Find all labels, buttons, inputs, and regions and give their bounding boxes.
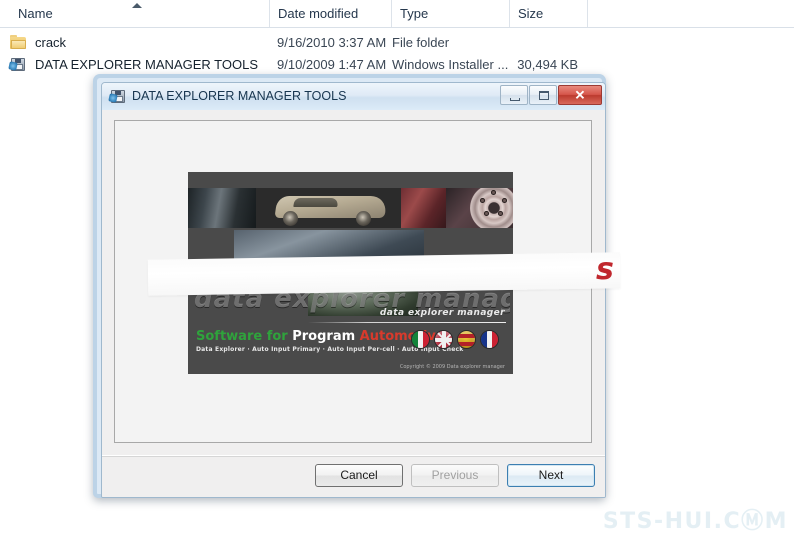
minimize-button[interactable] bbox=[500, 85, 528, 105]
language-flag-row bbox=[411, 330, 499, 349]
flag-france-button[interactable] bbox=[480, 330, 499, 349]
window-controls: ✕ bbox=[499, 85, 602, 106]
banner-rule bbox=[308, 322, 506, 323]
column-header-name[interactable]: Name bbox=[10, 0, 270, 27]
maximize-button[interactable] bbox=[529, 85, 557, 105]
flag-spain-button[interactable] bbox=[457, 330, 476, 349]
column-header-type[interactable]: Type bbox=[392, 0, 510, 27]
column-header-row: Name Date modified Type Size bbox=[0, 0, 794, 28]
file-type: Windows Installer ... bbox=[392, 57, 508, 72]
cancel-button[interactable]: Cancel bbox=[315, 464, 403, 487]
dialog-button-bar: Cancel Previous Next bbox=[102, 458, 605, 497]
file-size: 30,494 KB bbox=[517, 57, 578, 72]
file-name: DATA EXPLORER MANAGER TOOLS bbox=[35, 57, 258, 72]
dialog-title-bar[interactable]: DATA EXPLORER MANAGER TOOLS ✕ bbox=[102, 83, 605, 111]
file-type: File folder bbox=[392, 35, 450, 50]
car-wheel-icon bbox=[356, 211, 371, 226]
maximize-icon bbox=[539, 91, 549, 100]
folder-icon bbox=[10, 35, 26, 50]
close-button[interactable]: ✕ bbox=[558, 85, 602, 105]
banner-sub-title: data explorer manager bbox=[379, 308, 505, 318]
windows-installer-icon bbox=[8, 57, 26, 72]
residual-letter: s bbox=[596, 252, 614, 287]
file-size bbox=[498, 32, 578, 53]
car-wheel-icon bbox=[283, 211, 298, 226]
garage-photo bbox=[188, 188, 256, 228]
divider bbox=[102, 455, 605, 457]
dialog-title: DATA EXPLORER MANAGER TOOLS bbox=[132, 89, 347, 103]
alloy-rim-icon bbox=[470, 188, 513, 228]
column-header-date-modified[interactable]: Date modified bbox=[270, 0, 392, 27]
file-list: Name Date modified Type Size crack 9/16/… bbox=[0, 0, 794, 75]
column-header-size[interactable]: Size bbox=[510, 0, 588, 27]
white-redaction-stripe bbox=[147, 252, 621, 296]
file-date-modified: 9/10/2009 1:47 AM bbox=[277, 57, 387, 72]
table-row[interactable]: crack 9/16/2010 3:37 AM File folder bbox=[0, 32, 794, 53]
file-name: crack bbox=[35, 35, 67, 50]
previous-button[interactable]: Previous bbox=[411, 464, 499, 487]
tagline-part-1: Software for bbox=[196, 329, 288, 344]
file-date-modified: 9/16/2010 3:37 AM bbox=[277, 35, 387, 50]
table-row[interactable]: DATA EXPLORER MANAGER TOOLS 9/10/2009 1:… bbox=[0, 54, 794, 75]
flag-italy-button[interactable] bbox=[411, 330, 430, 349]
minimize-icon bbox=[510, 98, 520, 101]
automotive-photo-strip bbox=[188, 188, 513, 228]
site-watermark: STS-HUI.CⓂM bbox=[602, 509, 788, 534]
tagline-part-2: Program bbox=[292, 329, 356, 344]
next-button[interactable]: Next bbox=[507, 464, 595, 487]
banner-copyright: Copyright © 2009 Data explorer manager bbox=[399, 364, 505, 370]
banner-tagline: Software for Program Automotive bbox=[196, 329, 445, 344]
close-icon: ✕ bbox=[574, 87, 586, 103]
car-window-shape bbox=[293, 198, 339, 207]
flag-uk-button[interactable] bbox=[434, 330, 453, 349]
windows-installer-icon bbox=[108, 89, 126, 104]
